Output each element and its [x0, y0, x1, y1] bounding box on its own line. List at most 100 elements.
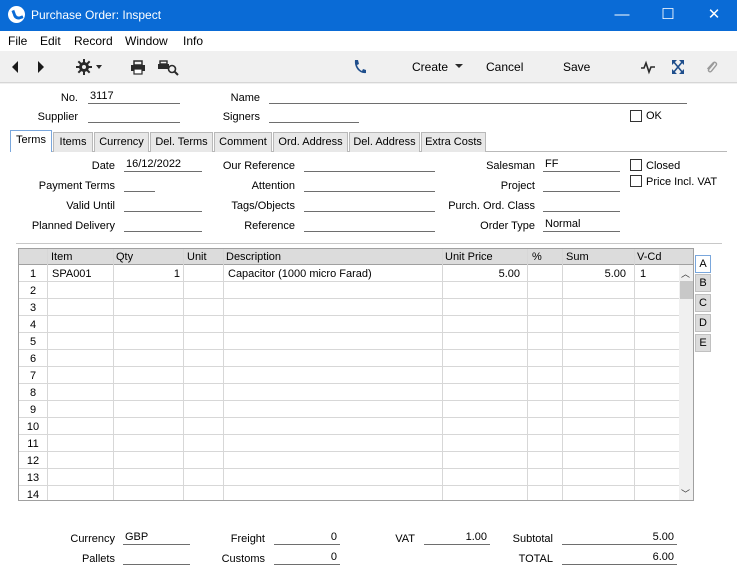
salesman-field[interactable]: FF: [543, 158, 620, 172]
vcd-cell[interactable]: 1: [640, 268, 646, 280]
date-field[interactable]: 16/12/2022: [124, 158, 202, 172]
side-tab-d[interactable]: D: [695, 314, 711, 332]
col-vcd: V-Cd: [637, 251, 662, 263]
grid-scrollbar[interactable]: ︿ ﹀: [679, 265, 693, 500]
signers-field[interactable]: [269, 109, 359, 123]
tab-extra-costs[interactable]: Extra Costs: [421, 132, 486, 152]
table-row[interactable]: 11: [19, 435, 693, 452]
name-label: Name: [230, 92, 260, 104]
reference-field[interactable]: [304, 218, 435, 232]
cancel-button[interactable]: Cancel: [486, 60, 523, 74]
attention-field[interactable]: [304, 178, 435, 192]
table-row[interactable]: 2: [19, 282, 693, 299]
table-row[interactable]: 1 SPA001 1 Capacitor (1000 micro Farad) …: [19, 265, 693, 282]
menu-record[interactable]: Record: [74, 34, 113, 48]
freight-label: Freight: [230, 533, 265, 545]
tab-terms[interactable]: Terms: [10, 130, 52, 152]
tab-items[interactable]: Items: [53, 132, 93, 152]
table-row[interactable]: 7: [19, 367, 693, 384]
save-button[interactable]: Save: [563, 60, 590, 74]
print-preview-icon: [158, 60, 179, 76]
maximize-button[interactable]: ☐: [645, 0, 691, 31]
print-preview-button[interactable]: [157, 58, 179, 76]
valid-until-field[interactable]: [124, 198, 202, 212]
section-divider: [16, 243, 722, 244]
no-label: No.: [60, 92, 78, 104]
vat-field[interactable]: 1.00: [424, 531, 490, 545]
currency-field[interactable]: GBP: [123, 531, 190, 545]
scrollbar-thumb[interactable]: [680, 281, 693, 299]
qty-cell[interactable]: 1: [113, 268, 180, 280]
description-cell[interactable]: Capacitor (1000 micro Farad): [228, 268, 372, 280]
tab-del-terms[interactable]: Del. Terms: [150, 132, 213, 152]
table-row[interactable]: 13: [19, 469, 693, 486]
side-tab-c[interactable]: C: [695, 294, 711, 312]
project-field[interactable]: [543, 178, 620, 192]
ok-checkbox[interactable]: [630, 110, 642, 122]
menu-edit[interactable]: Edit: [40, 34, 61, 48]
items-grid[interactable]: Item Qty Unit Description Unit Price % S…: [18, 248, 694, 501]
menu-bar: File Edit Record Window Info: [0, 31, 737, 51]
date-label: Date: [91, 160, 115, 172]
tab-ord-address[interactable]: Ord. Address: [273, 132, 348, 152]
activity-button[interactable]: [640, 58, 656, 76]
unit-price-cell[interactable]: 5.00: [442, 268, 520, 280]
table-row[interactable]: 10: [19, 418, 693, 435]
table-row[interactable]: 3: [19, 299, 693, 316]
table-row[interactable]: 12: [19, 452, 693, 469]
col-unit: Unit: [187, 251, 207, 263]
menu-info[interactable]: Info: [183, 34, 203, 48]
valid-until-label: Valid Until: [66, 200, 115, 212]
row-number: 3: [29, 302, 37, 314]
reference-label: Reference: [244, 220, 295, 232]
title-bar: Purchase Order: Inspect — ☐ ✕: [0, 0, 737, 31]
customs-field[interactable]: 0: [274, 551, 340, 565]
close-button[interactable]: ✕: [691, 0, 737, 31]
table-row[interactable]: 14: [19, 486, 693, 500]
item-cell[interactable]: SPA001: [52, 268, 92, 280]
tags-objects-field[interactable]: [304, 198, 435, 212]
side-tab-a[interactable]: A: [695, 255, 711, 273]
supplier-field[interactable]: [88, 109, 180, 123]
pallets-field[interactable]: [123, 551, 190, 565]
next-record-button[interactable]: [36, 58, 46, 76]
purch-ord-class-field[interactable]: [543, 198, 620, 212]
tab-del-address[interactable]: Del. Address: [349, 132, 420, 152]
scroll-up-icon[interactable]: ︿: [681, 267, 690, 280]
create-menu-button[interactable]: Create: [412, 60, 464, 74]
closed-checkbox[interactable]: [630, 159, 642, 171]
name-field[interactable]: [269, 90, 687, 104]
minimize-button[interactable]: —: [599, 0, 645, 31]
menu-window[interactable]: Window: [125, 34, 168, 48]
operations-menu-button[interactable]: [75, 58, 105, 76]
price-incl-vat-checkbox[interactable]: [630, 175, 642, 187]
app-logo-icon: [8, 6, 25, 23]
our-reference-field[interactable]: [304, 158, 435, 172]
order-type-field[interactable]: Normal: [543, 218, 620, 232]
print-button[interactable]: [130, 58, 146, 76]
row-number: 8: [29, 387, 37, 399]
tab-comment[interactable]: Comment: [214, 132, 272, 152]
previous-record-button[interactable]: [10, 58, 20, 76]
table-row[interactable]: 5: [19, 333, 693, 350]
scroll-down-icon[interactable]: ﹀: [681, 487, 690, 500]
sum-cell[interactable]: 5.00: [562, 268, 626, 280]
table-row[interactable]: 9: [19, 401, 693, 418]
planned-delivery-field[interactable]: [124, 218, 202, 232]
menu-file[interactable]: File: [8, 34, 27, 48]
table-row[interactable]: 6: [19, 350, 693, 367]
no-field[interactable]: 3117: [88, 90, 180, 104]
attachment-button[interactable]: [704, 58, 718, 76]
table-row[interactable]: 8: [19, 384, 693, 401]
tab-currency[interactable]: Currency: [94, 132, 149, 152]
freight-field[interactable]: 0: [274, 531, 340, 545]
table-row[interactable]: 4: [19, 316, 693, 333]
row-number: 1: [29, 268, 37, 280]
side-tab-b[interactable]: B: [695, 274, 711, 292]
side-tab-e[interactable]: E: [695, 334, 711, 352]
window-title: Purchase Order: Inspect: [31, 8, 162, 22]
price-incl-vat-label: Price Incl. VAT: [646, 176, 718, 188]
phone-button[interactable]: [352, 58, 366, 76]
payment-terms-field[interactable]: [124, 178, 155, 192]
expand-button[interactable]: [670, 58, 686, 76]
